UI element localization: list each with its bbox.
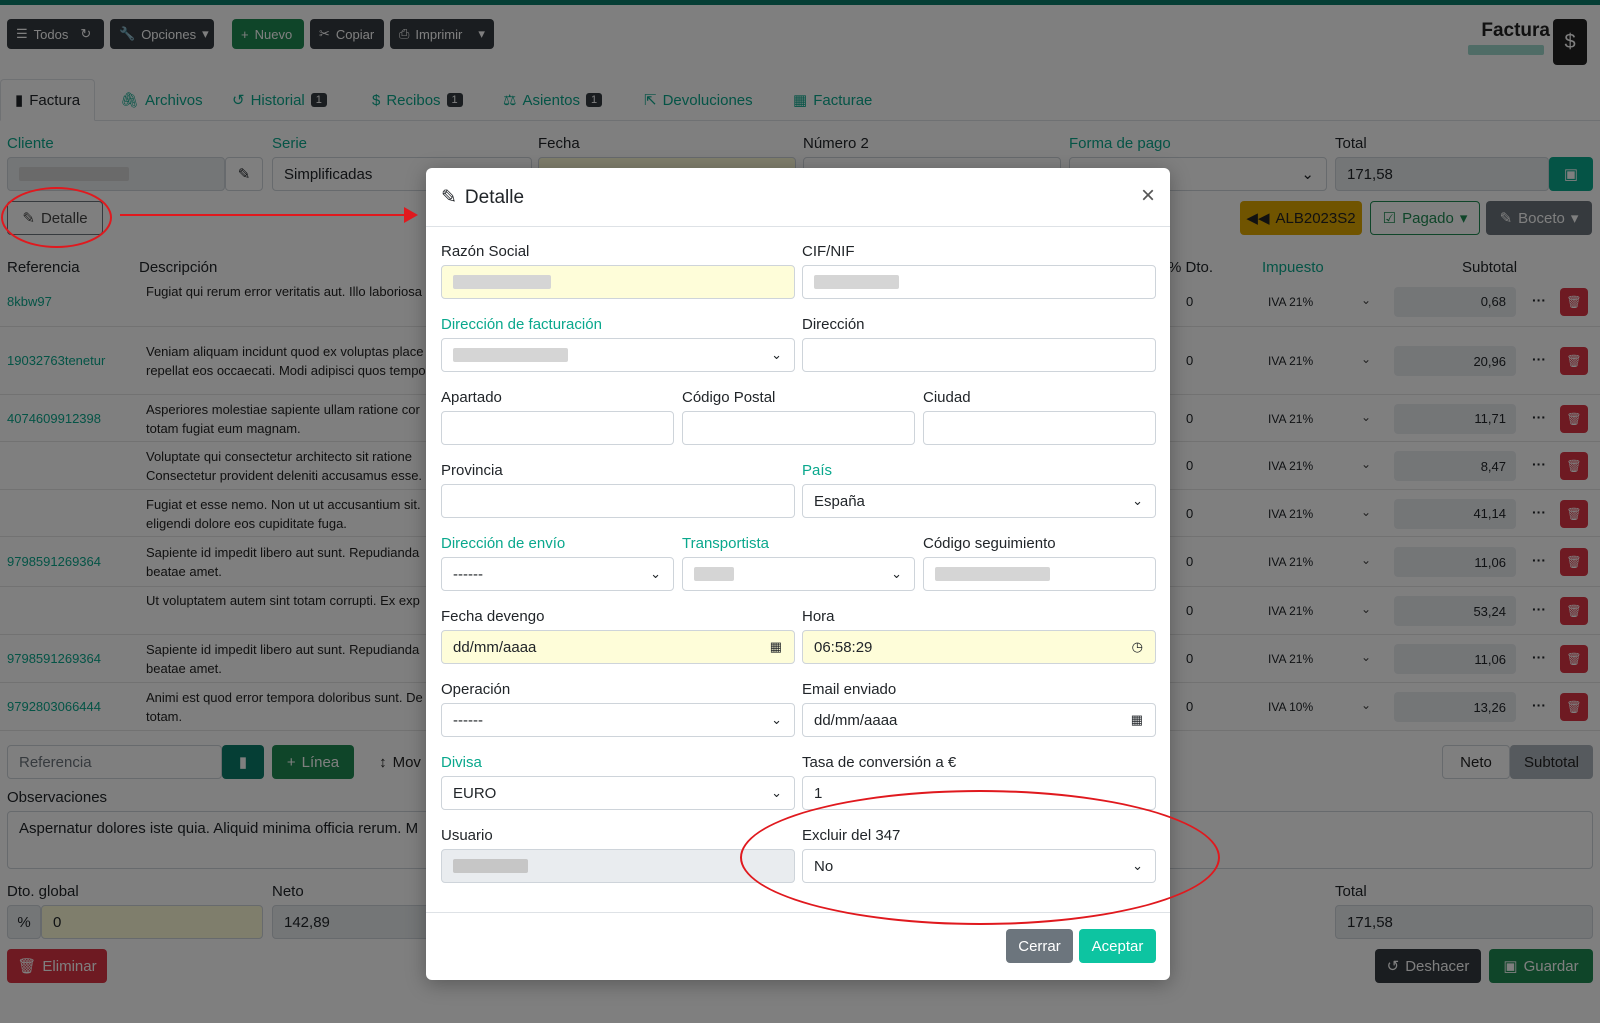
cerrar-label: Cerrar — [1018, 937, 1061, 955]
pais-label: País — [802, 462, 833, 479]
blurred-value — [453, 275, 551, 289]
divisa-value: EURO — [453, 784, 497, 802]
divisa-label: Divisa — [441, 754, 482, 771]
email-enviado-value: dd/mm/aaaa — [814, 711, 898, 729]
codigo-postal-label: Código Postal — [682, 389, 776, 406]
chevron-down-icon: ⌄ — [891, 566, 902, 581]
blurred-value — [694, 567, 734, 581]
provincia-input[interactable] — [441, 484, 795, 518]
chevron-down-icon: ⌄ — [771, 347, 782, 362]
direccion-label: Dirección — [802, 316, 865, 333]
aceptar-label: Aceptar — [1091, 937, 1144, 955]
aceptar-button[interactable]: Aceptar — [1079, 929, 1156, 963]
chevron-down-icon: ⌄ — [1132, 493, 1143, 508]
codigo-seguimiento-input[interactable] — [923, 557, 1156, 591]
clock-icon[interactable]: ◷ — [1132, 639, 1143, 655]
codigo-postal-input[interactable] — [682, 411, 915, 445]
operacion-select[interactable]: ------ ⌄ — [441, 703, 795, 737]
hora-label: Hora — [802, 608, 835, 625]
dir-envio-select[interactable]: ------ ⌄ — [441, 557, 674, 591]
annotation-circle-excluir — [740, 790, 1220, 925]
modal-footer: Cerrar Aceptar — [426, 912, 1170, 980]
codigo-seguimiento-label: Código seguimiento — [923, 535, 1056, 552]
chevron-down-icon: ⌄ — [771, 712, 782, 727]
ciudad-input[interactable] — [923, 411, 1156, 445]
tasa-label: Tasa de conversión a € — [802, 754, 957, 771]
ciudad-label: Ciudad — [923, 389, 971, 406]
apartado-label: Apartado — [441, 389, 502, 406]
operacion-value: ------ — [453, 711, 483, 729]
dir-facturacion-select[interactable]: ⌄ — [441, 338, 795, 372]
provincia-label: Provincia — [441, 462, 503, 479]
transportista-label: Transportista — [682, 535, 769, 552]
razon-social-input[interactable] — [441, 265, 795, 299]
tasa-value: 1 — [814, 784, 823, 802]
cerrar-button[interactable]: Cerrar — [1006, 929, 1073, 963]
direccion-input[interactable] — [802, 338, 1156, 372]
razon-social-label: Razón Social — [441, 243, 530, 260]
dir-envio-label: Dirección de envío — [441, 535, 566, 552]
calendar-icon[interactable]: ▦ — [770, 639, 782, 655]
calendar-icon[interactable]: ▦ — [1131, 712, 1143, 728]
blurred-value — [935, 567, 1050, 581]
email-enviado-input[interactable]: dd/mm/aaaa ▦ — [802, 703, 1156, 737]
transportista-select[interactable]: ⌄ — [682, 557, 915, 591]
usuario-label: Usuario — [441, 827, 493, 844]
modal-title-text: Detalle — [464, 186, 525, 208]
blurred-value — [453, 859, 528, 873]
apartado-input[interactable] — [441, 411, 674, 445]
modal-title: ✎ Detalle — [441, 186, 524, 209]
cif-input[interactable] — [802, 265, 1156, 299]
email-enviado-label: Email enviado — [802, 681, 897, 698]
dir-facturacion-label: Dirección de facturación — [441, 316, 602, 333]
fecha-devengo-value: dd/mm/aaaa — [453, 638, 537, 656]
cif-label: CIF/NIF — [802, 243, 855, 260]
dir-envio-value: ------ — [453, 565, 483, 583]
pais-value: España — [814, 492, 865, 510]
pais-select[interactable]: España ⌄ — [802, 484, 1156, 518]
edit-icon: ✎ — [441, 187, 457, 208]
blurred-value — [814, 275, 899, 289]
divisa-select[interactable]: EURO ⌄ — [441, 776, 795, 810]
fecha-devengo-label: Fecha devengo — [441, 608, 545, 625]
blurred-value — [453, 348, 568, 362]
close-icon[interactable]: × — [1141, 182, 1155, 210]
annotation-arrow — [120, 214, 410, 216]
modal-header: ✎ Detalle × — [426, 168, 1170, 227]
annotation-arrowhead — [404, 207, 418, 223]
fecha-devengo-input[interactable]: dd/mm/aaaa ▦ — [441, 630, 795, 664]
chevron-down-icon: ⌄ — [650, 566, 661, 581]
annotation-circle-detalle — [1, 187, 112, 248]
hora-value: 06:58:29 — [814, 638, 873, 656]
chevron-down-icon: ⌄ — [771, 785, 782, 800]
operacion-label: Operación — [441, 681, 511, 698]
hora-input[interactable]: 06:58:29 ◷ — [802, 630, 1156, 664]
